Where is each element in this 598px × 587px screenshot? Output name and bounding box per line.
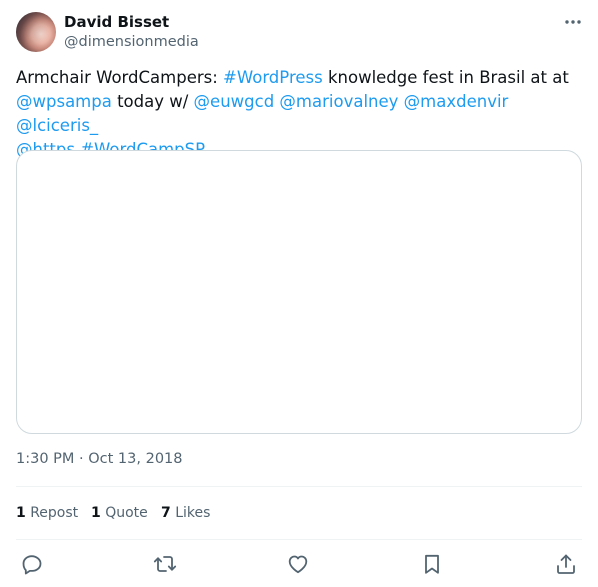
avatar-image (16, 12, 56, 52)
heart-icon (288, 555, 308, 574)
media-card[interactable] (16, 150, 582, 434)
action-bar (0, 548, 598, 580)
quotes-count: 1 (91, 505, 101, 521)
likes-count: 7 (161, 505, 171, 521)
share-icon (557, 554, 575, 574)
mention-wpsampa[interactable]: @wpsampa (16, 92, 112, 111)
reply-icon (22, 555, 42, 575)
like-button[interactable] (286, 552, 310, 576)
repost-button[interactable] (153, 552, 177, 576)
divider (16, 539, 582, 540)
repost-icon (153, 556, 177, 572)
divider (16, 486, 582, 487)
bookmark-icon (425, 554, 439, 574)
more-horizontal-icon (565, 20, 581, 24)
tweet-text: Armchair WordCampers: #WordPress knowled… (16, 66, 582, 162)
mention-mariovalney[interactable]: @mariovalney (279, 92, 398, 111)
tweet-timestamp[interactable]: 1:30 PM · Oct 13, 2018 (16, 449, 183, 469)
bookmark-button[interactable] (420, 552, 444, 576)
mention-lciceris[interactable]: @lciceris_ (16, 116, 98, 135)
hashtag-wordpress[interactable]: #WordPress (223, 68, 323, 87)
mention-euwgcd[interactable]: @euwgcd (194, 92, 275, 111)
tweet-card: David Bisset @dimensionmedia Armchair Wo… (0, 0, 598, 587)
tweet-text-segment: Armchair WordCampers: (16, 68, 224, 87)
tweet-text-segment: knowledge fest in Brasil at at (322, 68, 569, 87)
likes-stat[interactable]: 7 Likes (161, 503, 210, 523)
author-handle[interactable]: @dimensionmedia (64, 32, 199, 52)
quotes-label: Quote (105, 505, 148, 521)
reposts-stat[interactable]: 1 Repost (16, 503, 78, 523)
likes-label: Likes (175, 505, 211, 521)
reposts-count: 1 (16, 505, 26, 521)
share-button[interactable] (554, 552, 578, 576)
quotes-stat[interactable]: 1 Quote (91, 503, 148, 523)
author-name[interactable]: David Bisset (64, 12, 169, 32)
mention-maxdenvir[interactable]: @maxdenvir (404, 92, 509, 111)
reply-button[interactable] (20, 552, 44, 576)
reposts-label: Repost (30, 505, 79, 521)
more-options-button[interactable] (560, 12, 586, 32)
tweet-text-segment: today w/ (111, 92, 194, 111)
avatar[interactable] (16, 12, 56, 52)
